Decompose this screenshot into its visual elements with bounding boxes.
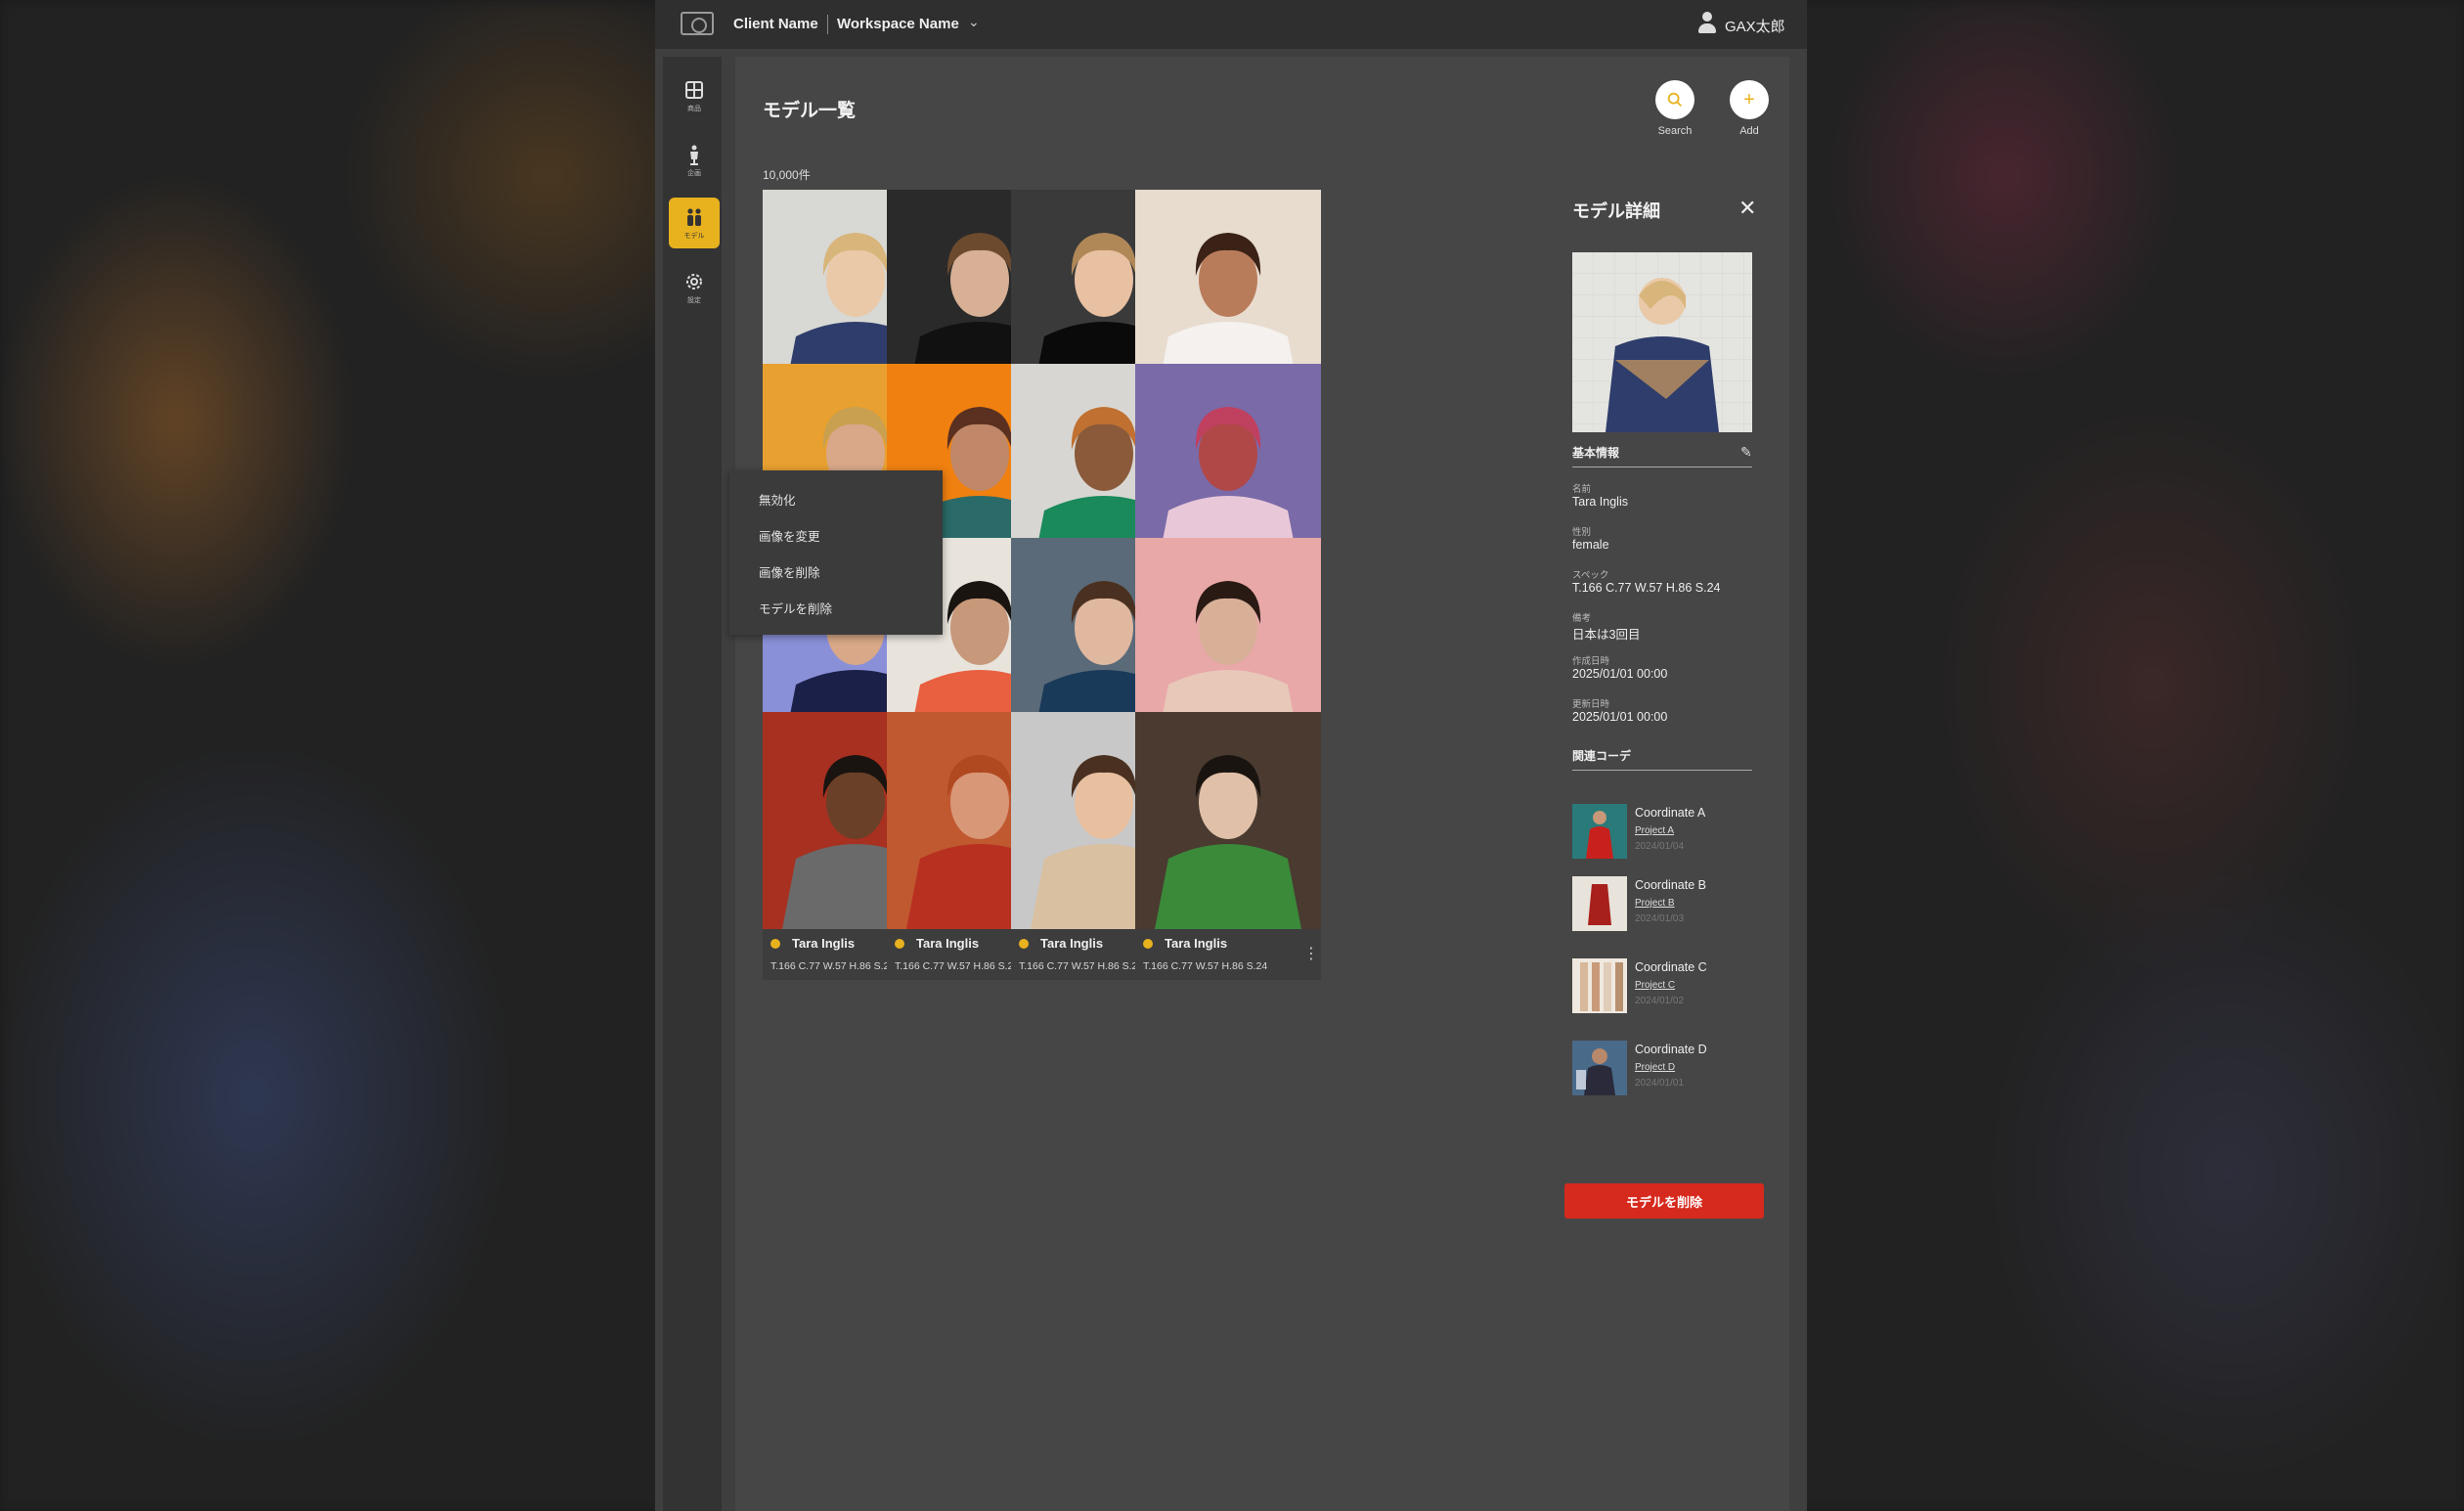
- coordinate-name: Coordinate D: [1635, 1043, 1707, 1056]
- more-vertical-icon[interactable]: ⋮: [1303, 947, 1319, 962]
- field-value: 2025/01/01 00:00: [1572, 710, 1668, 724]
- field-label: 作成日時: [1572, 656, 1610, 667]
- gear-icon: [686, 273, 702, 289]
- context-menu: 無効化 画像を変更 画像を削除 モデルを削除: [729, 470, 943, 635]
- client-name[interactable]: Client Name: [733, 16, 818, 32]
- menu-item-delete-model[interactable]: モデルを削除: [759, 599, 832, 617]
- sidebar-item-models[interactable]: モデル: [669, 198, 720, 248]
- field-label: 性別: [1572, 527, 1592, 538]
- menu-item-change-image[interactable]: 画像を変更: [759, 526, 820, 545]
- camera-logo-icon: [681, 12, 714, 35]
- coordinate-item[interactable]: Coordinate A Project A 2024/01/04: [1572, 804, 1768, 863]
- related-coordinates-header: 関連コーデ: [1572, 747, 1752, 771]
- menu-item-disable[interactable]: 無効化: [759, 490, 796, 509]
- status-dot: [1143, 939, 1153, 949]
- page-title: モデル一覧: [763, 101, 857, 121]
- model-name: Tara Inglis: [1165, 936, 1228, 951]
- basic-info-header: 基本情報: [1572, 444, 1752, 467]
- field-label: 名前: [1572, 484, 1592, 495]
- top-bar: Client Name Workspace Name ⌄ GAX太郎: [655, 0, 1807, 49]
- coordinate-name: Coordinate A: [1635, 806, 1706, 820]
- coordinate-item[interactable]: Coordinate B Project B 2024/01/03: [1572, 876, 1768, 935]
- model-detail-panel: モデル詳細 ✕ 基本情報 ✎ 名前 Tara Inglis 性別 female …: [1564, 194, 1770, 1269]
- user-name[interactable]: GAX太郎: [1725, 16, 1785, 36]
- coordinate-project-link[interactable]: Project A: [1635, 825, 1674, 836]
- user-icon[interactable]: [1697, 12, 1717, 35]
- coordinate-date: 2024/01/01: [1635, 1078, 1685, 1089]
- model-card[interactable]: Tara Inglis T.166 C.77 W.57 H.86 S.24 ⋮: [1135, 712, 1321, 980]
- coordinate-name: Coordinate C: [1635, 960, 1707, 974]
- coordinate-date: 2024/01/03: [1635, 913, 1685, 924]
- sidebar-item-plans[interactable]: 企画: [669, 135, 720, 186]
- sidebar-item-settings[interactable]: 設定: [669, 262, 720, 313]
- model-name: Tara Inglis: [1040, 936, 1104, 951]
- search-button[interactable]: [1655, 80, 1694, 119]
- coordinate-item[interactable]: Coordinate D Project D 2024/01/01: [1572, 1041, 1768, 1099]
- coordinate-thumbnail: [1572, 876, 1627, 931]
- field-value: 日本は3回目: [1572, 628, 1641, 642]
- field-label: 更新日時: [1572, 699, 1610, 710]
- sidebar-item-label: 商品: [687, 105, 701, 112]
- pencil-icon[interactable]: ✎: [1740, 444, 1752, 461]
- detail-photo: [1572, 252, 1752, 432]
- add-label: Add: [1739, 125, 1759, 137]
- status-dot: [770, 939, 780, 949]
- people-icon: [687, 207, 701, 226]
- coordinate-item[interactable]: Coordinate C Project C 2024/01/02: [1572, 958, 1768, 1017]
- divider: [827, 15, 828, 34]
- status-dot: [895, 939, 904, 949]
- model-spec: T.166 C.77 W.57 H.86 S.24: [1143, 960, 1268, 972]
- chevron-down-icon[interactable]: ⌄: [968, 14, 980, 30]
- sidebar-item-label: 企画: [687, 169, 701, 177]
- field-label: スペック: [1572, 570, 1609, 581]
- coordinate-thumbnail: [1572, 1041, 1627, 1095]
- plus-icon: +: [1743, 89, 1755, 111]
- field-value: Tara Inglis: [1572, 495, 1628, 509]
- model-photo[interactable]: [1135, 712, 1321, 929]
- coordinate-date: 2024/01/02: [1635, 996, 1685, 1006]
- result-count: 10,000件: [763, 168, 811, 182]
- detail-title: モデル詳細: [1572, 201, 1660, 221]
- field-value: 2025/01/01 00:00: [1572, 667, 1668, 681]
- main-panel: モデル一覧 Search + Add 10,000件 Tara Inglis T.…: [729, 57, 1789, 1511]
- coordinate-project-link[interactable]: Project C: [1635, 980, 1675, 991]
- app-window: Client Name Workspace Name ⌄ GAX太郎 商品 企画…: [655, 0, 1807, 1511]
- sidebar-item-label: 設定: [687, 296, 701, 304]
- close-icon[interactable]: ✕: [1738, 196, 1756, 221]
- coordinate-date: 2024/01/04: [1635, 841, 1685, 852]
- sidebar-item-label: モデル: [683, 232, 705, 240]
- menu-item-delete-image[interactable]: 画像を削除: [759, 562, 820, 581]
- add-button[interactable]: +: [1730, 80, 1769, 119]
- delete-model-button[interactable]: モデルを削除: [1564, 1183, 1764, 1219]
- sidebar: 商品 企画 モデル 設定: [663, 57, 722, 1511]
- field-label: 備考: [1572, 613, 1592, 624]
- workspace-name[interactable]: Workspace Name: [837, 16, 959, 32]
- grid-icon: [685, 80, 703, 99]
- status-dot: [1019, 939, 1029, 949]
- sidebar-item-products[interactable]: 商品: [669, 70, 720, 121]
- model-spec: T.166 C.77 W.57 H.86 S.24: [895, 960, 1020, 972]
- search-icon: [1667, 92, 1682, 107]
- model-name: Tara Inglis: [792, 936, 856, 951]
- field-value: female: [1572, 538, 1609, 552]
- mannequin-icon: [690, 145, 698, 165]
- model-spec: T.166 C.77 W.57 H.86 S.24: [1019, 960, 1144, 972]
- coordinate-thumbnail: [1572, 958, 1627, 1013]
- coordinate-project-link[interactable]: Project D: [1635, 1062, 1675, 1073]
- model-spec: T.166 C.77 W.57 H.86 S.24: [770, 960, 896, 972]
- search-label: Search: [1657, 125, 1693, 137]
- model-name: Tara Inglis: [916, 936, 980, 951]
- coordinate-name: Coordinate B: [1635, 878, 1706, 892]
- coordinate-project-link[interactable]: Project B: [1635, 898, 1675, 909]
- coordinate-thumbnail: [1572, 804, 1627, 859]
- field-value: T.166 C.77 W.57 H.86 S.24: [1572, 581, 1721, 595]
